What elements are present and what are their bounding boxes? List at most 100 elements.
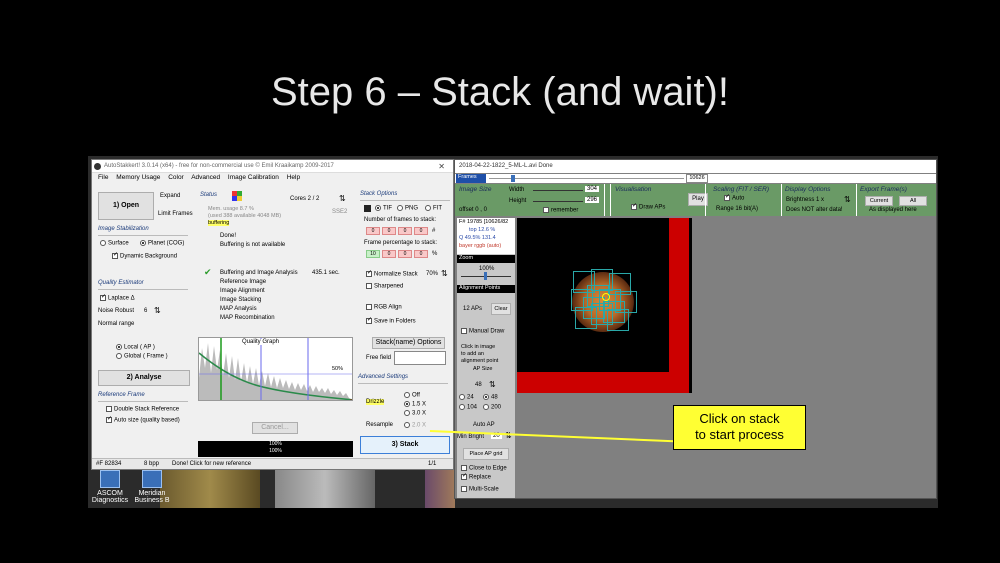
tif-radio[interactable]: TIF	[375, 205, 392, 212]
close-icon[interactable]: ✕	[438, 162, 445, 171]
desktop-icon-meridian[interactable]: Meridian Business B	[122, 470, 182, 504]
pct-input[interactable]: 0	[414, 250, 428, 258]
clear-button[interactable]: Clear	[491, 303, 511, 315]
surface-radio[interactable]: Surface	[100, 240, 129, 247]
height-value[interactable]: 296	[585, 197, 600, 203]
mem-usage: Mem. usage 8.7 %	[208, 206, 254, 212]
drizzle-30-radio[interactable]: 3.0 X	[404, 410, 426, 417]
export-frames-header: Export Frame(s)	[860, 186, 907, 193]
menu-file[interactable]: File	[98, 174, 108, 181]
resample-radio[interactable]: 2.0 X	[404, 422, 426, 429]
sharpened-checkbox[interactable]: Sharpened	[366, 283, 403, 290]
stack-button[interactable]: 3) Stack	[360, 436, 450, 454]
menu-image-calibration[interactable]: Image Calibration	[228, 174, 279, 181]
stepper-arrows-icon[interactable]: ⇅	[844, 195, 851, 204]
close-to-edge-checkbox[interactable]: Close to Edge	[461, 465, 507, 472]
place-ap-grid-button[interactable]: Place AP grid	[463, 448, 509, 460]
drizzle-off-radio[interactable]: Off	[404, 392, 420, 399]
auto-checkbox[interactable]: Auto	[724, 193, 744, 202]
checkbox-icon	[543, 207, 549, 213]
planet-cog-radio[interactable]: Planet (COG)	[140, 240, 184, 247]
stack-name-options-button[interactable]: Stack(name) Options	[372, 337, 445, 349]
rgb-align-checkbox[interactable]: RGB Align	[366, 304, 402, 311]
instruction-3: alignment point	[461, 358, 499, 364]
divider	[360, 200, 450, 201]
drizzle-15-radio[interactable]: 1.5 X	[404, 401, 426, 408]
pct-input[interactable]: 0	[398, 250, 412, 258]
quality-graph-plot	[199, 338, 352, 400]
stepper-arrows-icon[interactable]: ⇅	[441, 269, 448, 278]
zoom-slider-thumb[interactable]	[484, 272, 487, 280]
auto-size-checkbox[interactable]: Auto size (quality based)	[106, 415, 180, 424]
analysis-label: Buffering and Image Analysis	[220, 270, 298, 276]
png-radio[interactable]: PNG	[397, 205, 418, 212]
limit-frames-label[interactable]: Limit Frames	[158, 211, 193, 217]
save-in-folders-checkbox[interactable]: Save in Folders	[366, 316, 416, 325]
frames-slider-thumb[interactable]	[511, 175, 515, 182]
export-current-button[interactable]: Current	[865, 196, 893, 206]
image-size-panel: Image Size Width Height 304 296 offset 0…	[455, 184, 605, 216]
ap-200-radio[interactable]: 200	[483, 404, 501, 411]
draw-aps-checkbox[interactable]: Draw APs	[631, 202, 665, 211]
radio-icon	[483, 404, 489, 410]
menu-help[interactable]: Help	[287, 174, 300, 181]
analyse-button[interactable]: 2) Analyse	[98, 370, 190, 386]
local-ap-radio[interactable]: Local ( AP )	[116, 344, 155, 351]
frames-input[interactable]: 0	[382, 227, 396, 235]
alignment-points-overlay[interactable]	[569, 267, 639, 337]
center-marker-icon	[602, 293, 610, 301]
menu-advanced[interactable]: Advanced	[191, 174, 220, 181]
pct-input[interactable]: 0	[382, 250, 396, 258]
frames-input[interactable]: 0	[398, 227, 412, 235]
ap-size-value: 48	[475, 382, 482, 388]
width-value[interactable]: 304	[585, 186, 600, 192]
multi-scale-checkbox[interactable]: Multi-Scale	[461, 486, 499, 493]
advanced-settings-header: Advanced Settings	[358, 374, 409, 380]
remember-checkbox[interactable]: remember	[543, 207, 578, 214]
alignment-point[interactable]	[603, 301, 625, 323]
fit-radio[interactable]: FIT	[425, 205, 442, 212]
stepper-arrows-icon[interactable]: ⇅	[154, 306, 161, 315]
step-map-analysis: MAP Analysis	[220, 306, 257, 312]
stepper-arrows-icon[interactable]: ⇅	[489, 380, 496, 389]
expand-label[interactable]: Expand	[160, 193, 180, 199]
ap-48-radio[interactable]: 48	[483, 394, 498, 401]
dynamic-background-checkbox[interactable]: Dynamic Background	[112, 251, 177, 260]
global-frame-radio[interactable]: Global ( Frame )	[116, 353, 168, 360]
pct-input[interactable]: 10	[366, 250, 380, 258]
frame-info-2: top 12.6 %	[469, 227, 496, 233]
frames-input[interactable]: 0	[414, 227, 428, 235]
radio-selected-icon	[483, 394, 489, 400]
stepper-arrows-icon[interactable]: ⇅	[339, 194, 346, 203]
width-slider[interactable]	[533, 190, 583, 191]
cancel-button[interactable]: Cancel...	[252, 422, 298, 434]
desktop-image-thumbnail	[425, 470, 455, 508]
frames-input[interactable]: 0	[366, 227, 380, 235]
height-slider[interactable]	[533, 201, 583, 202]
export-all-button[interactable]: All	[899, 196, 927, 206]
status-page: 1/1	[428, 461, 437, 467]
replace-checkbox[interactable]: Replace	[461, 472, 491, 481]
color-swatch-icon	[364, 205, 371, 212]
alignment-point[interactable]	[583, 297, 605, 319]
menu-color[interactable]: Color	[168, 174, 184, 181]
frame-count[interactable]: 10626	[686, 174, 708, 183]
menu-memory-usage[interactable]: Memory Usage	[116, 174, 160, 181]
stack-options-header: Stack Options	[360, 191, 398, 197]
ap-24-radio[interactable]: 24	[459, 394, 474, 401]
frames-slider-track[interactable]	[489, 178, 684, 179]
laplace-checkbox[interactable]: Laplace Δ	[100, 293, 135, 302]
normalize-stack-checkbox[interactable]: Normalize Stack	[366, 269, 418, 278]
manual-draw-checkbox[interactable]: Manual Draw	[461, 328, 504, 335]
double-stack-checkbox[interactable]: Double Stack Reference	[106, 406, 179, 413]
viewer-options-panel: Image Size Width Height 304 296 offset 0…	[455, 184, 936, 216]
frames-slider-bar[interactable]: Frames 10626	[455, 174, 936, 183]
ap-104-radio[interactable]: 104	[459, 404, 477, 411]
free-field-input[interactable]	[394, 351, 446, 365]
status-message[interactable]: Done! Click for new reference	[172, 461, 251, 467]
window-titlebar: AutoStakkert! 3.0.14 (x64) - free for no…	[92, 160, 453, 173]
visualization-header: Visualisation	[615, 186, 652, 193]
display-options-panel: Display Options Brightness 1 x ⇅ Does NO…	[782, 184, 857, 216]
checkbox-checked-icon	[631, 202, 637, 210]
open-button[interactable]: 1) Open	[98, 192, 154, 220]
